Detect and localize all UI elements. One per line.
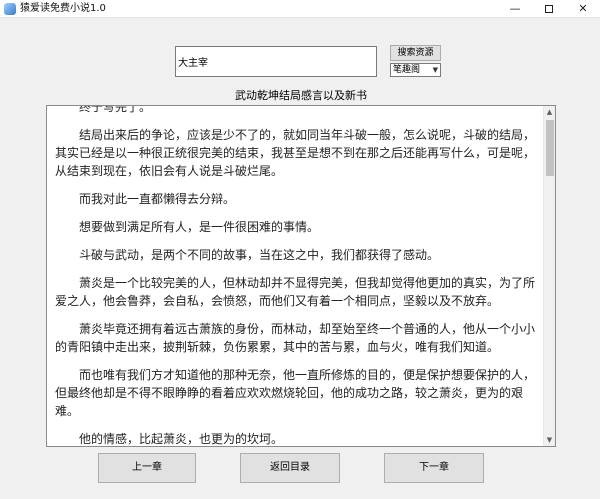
vertical-scrollbar[interactable]: ▲ ▼ [543, 106, 555, 446]
paragraph: 而我对此一直都懒得去分辩。 [79, 192, 236, 206]
paragraph: 他的情感，比起萧炎，也更为的坎坷。 [79, 432, 284, 446]
maximize-button[interactable] [532, 0, 566, 18]
table-of-contents-button[interactable]: 返回目录 [240, 453, 340, 483]
paragraph: 萧炎是一个比较完美的人，但林动却并不显得完美，但我却觉得他更加的真实，为了所爱之… [55, 276, 536, 308]
search-button[interactable]: 搜索资源 [390, 45, 441, 61]
window-title: 猿爱读免费小说1.0 [20, 3, 106, 14]
chapter-text: 终于写完了。 结局出来后的争论，应该是少不了的，就如同当年斗破一般，怎么说呢，斗… [55, 105, 536, 446]
up-arrow-icon[interactable]: ▲ [544, 106, 555, 118]
chapter-title: 武动乾坤结局感言以及新书 [235, 89, 367, 102]
close-button[interactable]: ✕ [566, 0, 600, 18]
next-chapter-button[interactable]: 下一章 [384, 453, 484, 483]
paragraph: 斗破与武动，是两个不同的故事，当在这之中，我们都获得了感动。 [79, 248, 440, 262]
minimize-button[interactable]: — [498, 0, 532, 18]
paragraph: 萧炎毕竟还拥有着远古萧族的身份，而林动，却至始至终一个普通的人，他从一个小小的青… [55, 322, 536, 354]
paragraph: 而也唯有我们方才知道他的那种无奈，他一直所修炼的目的，便是保护想要保护的人，但最… [55, 368, 536, 418]
title-bar: 猿爱读免费小说1.0 — ✕ [0, 0, 600, 18]
down-arrow-icon[interactable]: ▼ [544, 434, 555, 446]
chapter-content[interactable]: 终于写完了。 结局出来后的争论，应该是少不了的，就如同当年斗破一般，怎么说呢，斗… [46, 105, 556, 447]
maximize-icon [545, 5, 553, 13]
chevron-down-icon: ▼ [432, 66, 438, 74]
book-icon [4, 3, 16, 15]
search-input[interactable] [175, 46, 377, 77]
paragraph: 想要做到满足所有人，是一件很困难的事情。 [79, 220, 320, 234]
source-select[interactable]: 笔趣阁 ▼ [390, 63, 441, 77]
prev-chapter-button[interactable]: 上一章 [98, 453, 196, 483]
scroll-thumb[interactable] [546, 120, 554, 176]
source-select-value: 笔趣阁 [393, 65, 421, 75]
paragraph: 结局出来后的争论，应该是少不了的，就如同当年斗破一般，怎么说呢，斗破的结局，其实… [55, 128, 536, 178]
paragraph: 终于写完了。 [79, 105, 152, 114]
